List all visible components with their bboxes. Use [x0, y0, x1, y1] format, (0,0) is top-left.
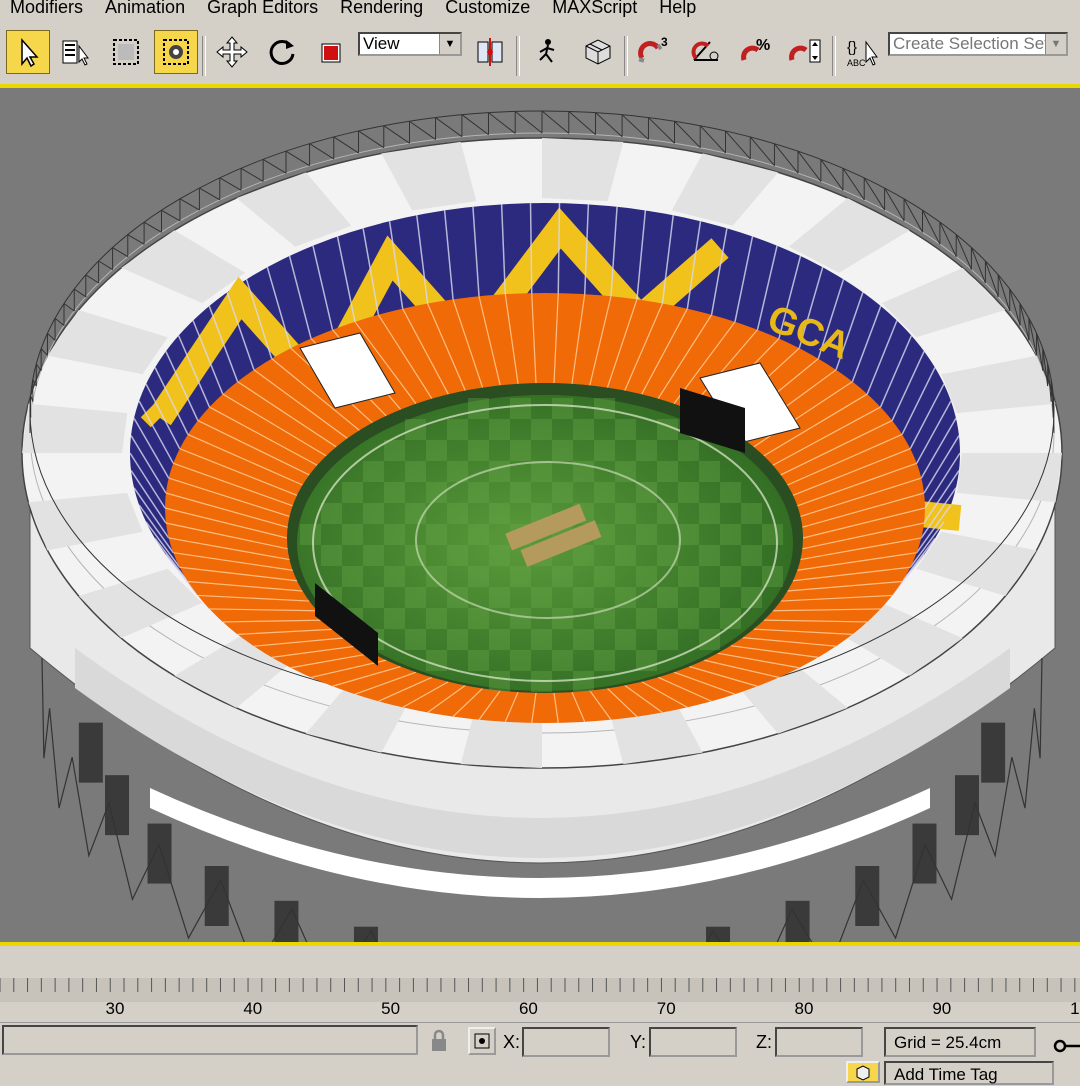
percent-snap-button[interactable]: % — [734, 30, 778, 74]
cursor-arrow-icon — [21, 38, 39, 68]
add-time-tag-label: Add Time Tag — [894, 1065, 998, 1084]
perspective-viewport[interactable]: GCA — [0, 88, 1080, 946]
main-toolbar: View ▼ 3 % {} ABC Create Selection Set ▼ — [0, 22, 1080, 88]
menu-customize[interactable]: Customize — [434, 0, 541, 16]
status-bar: X: Y: Z: Grid = 25.4cm Add Time Tag — [0, 1022, 1080, 1085]
named-selection-dropdown[interactable]: Create Selection Set ▼ — [888, 32, 1068, 56]
timeline-tick-label: 80 — [795, 999, 814, 1018]
z-coord-field[interactable] — [775, 1027, 863, 1057]
menu-animation[interactable]: Animation — [94, 0, 196, 16]
timeline-tick-label: 50 — [381, 999, 400, 1018]
window-crossing-button[interactable] — [154, 30, 198, 74]
box-icon — [585, 39, 611, 65]
angle-snap-icon — [691, 41, 719, 61]
timeline-tick-label: 10 — [1070, 999, 1080, 1018]
lock-selection-icon[interactable] — [428, 1029, 450, 1053]
transform-type-in-icon — [474, 1033, 490, 1049]
rotate-icon — [269, 39, 295, 65]
stadium-render: GCA — [21, 110, 1063, 942]
y-coord-field[interactable] — [649, 1027, 737, 1057]
move-button[interactable] — [210, 30, 254, 74]
select-object-button[interactable] — [6, 30, 50, 74]
magnet-3d-icon: 3 — [638, 35, 668, 63]
percent-snap-icon: % — [741, 37, 770, 61]
select-by-name-icon — [62, 40, 89, 66]
timeline-track-bar[interactable]: 30 40 50 60 70 80 90 10 — [0, 946, 1080, 1026]
x-label: X: — [503, 1032, 521, 1052]
rotate-button[interactable] — [260, 30, 304, 74]
grid-size-display: Grid = 25.4cm — [884, 1027, 1036, 1057]
manipulate-icon — [539, 39, 555, 63]
named-selection-icon: {} ABC — [847, 39, 878, 68]
timeline-tick-label: 40 — [243, 999, 262, 1018]
svg-text:{}: {} — [847, 39, 857, 56]
select-manipulate-button[interactable] — [524, 30, 568, 74]
y-label: Y: — [630, 1032, 647, 1052]
abc-label: ABC — [847, 58, 866, 68]
reference-coord-dropdown[interactable]: View ▼ — [358, 32, 462, 56]
z-label: Z: — [756, 1032, 772, 1052]
spinner-snap-icon — [789, 39, 821, 63]
timeline-tick-label: 60 — [519, 999, 538, 1018]
rectangular-selection-button[interactable] — [104, 30, 148, 74]
grid-size-text: Grid = 25.4cm — [894, 1033, 1002, 1052]
add-time-tag-field[interactable]: Add Time Tag — [884, 1061, 1054, 1085]
keyboard-shortcut-button[interactable] — [576, 30, 620, 74]
edit-named-selections-button[interactable]: {} ABC — [840, 30, 884, 74]
chevron-down-icon: ▼ — [1045, 34, 1066, 54]
pivot-center-button[interactable] — [468, 30, 512, 74]
timeline-tick-label: 30 — [106, 999, 125, 1018]
move-arrows-icon — [216, 36, 248, 68]
scale-button[interactable] — [310, 30, 354, 74]
named-selection-placeholder: Create Selection Set — [893, 34, 1049, 53]
absolute-mode-toggle[interactable] — [468, 1027, 496, 1055]
key-icon[interactable] — [1052, 1037, 1080, 1055]
angle-snap-button[interactable] — [684, 30, 728, 74]
menu-graph-editors[interactable]: Graph Editors — [196, 0, 329, 16]
x-coord-field[interactable] — [522, 1027, 610, 1057]
menu-maxscript[interactable]: MAXScript — [541, 0, 648, 16]
select-by-name-button[interactable] — [54, 30, 98, 74]
pivot-center-icon — [477, 38, 503, 66]
prompt-line — [2, 1025, 418, 1055]
snaps-toggle-button[interactable]: 3 — [632, 30, 676, 74]
timeline-tick-label: 70 — [657, 999, 676, 1018]
snap-3-label: 3 — [661, 35, 668, 49]
cube-icon — [856, 1065, 870, 1081]
spinner-snap-button[interactable] — [784, 30, 828, 74]
menu-rendering[interactable]: Rendering — [329, 0, 434, 16]
window-crossing-icon — [163, 39, 189, 65]
menu-modifiers[interactable]: Modifiers — [0, 0, 94, 16]
scale-icon — [321, 43, 341, 63]
percent-snap-label: % — [756, 37, 770, 54]
chevron-down-icon: ▼ — [439, 34, 460, 54]
rect-selection-icon — [113, 39, 139, 65]
timeline-tick-label: 90 — [932, 999, 951, 1018]
reference-coord-value: View — [363, 34, 400, 53]
menu-help[interactable]: Help — [648, 0, 707, 16]
menu-bar: Modifiers Animation Graph Editors Render… — [0, 0, 1080, 22]
